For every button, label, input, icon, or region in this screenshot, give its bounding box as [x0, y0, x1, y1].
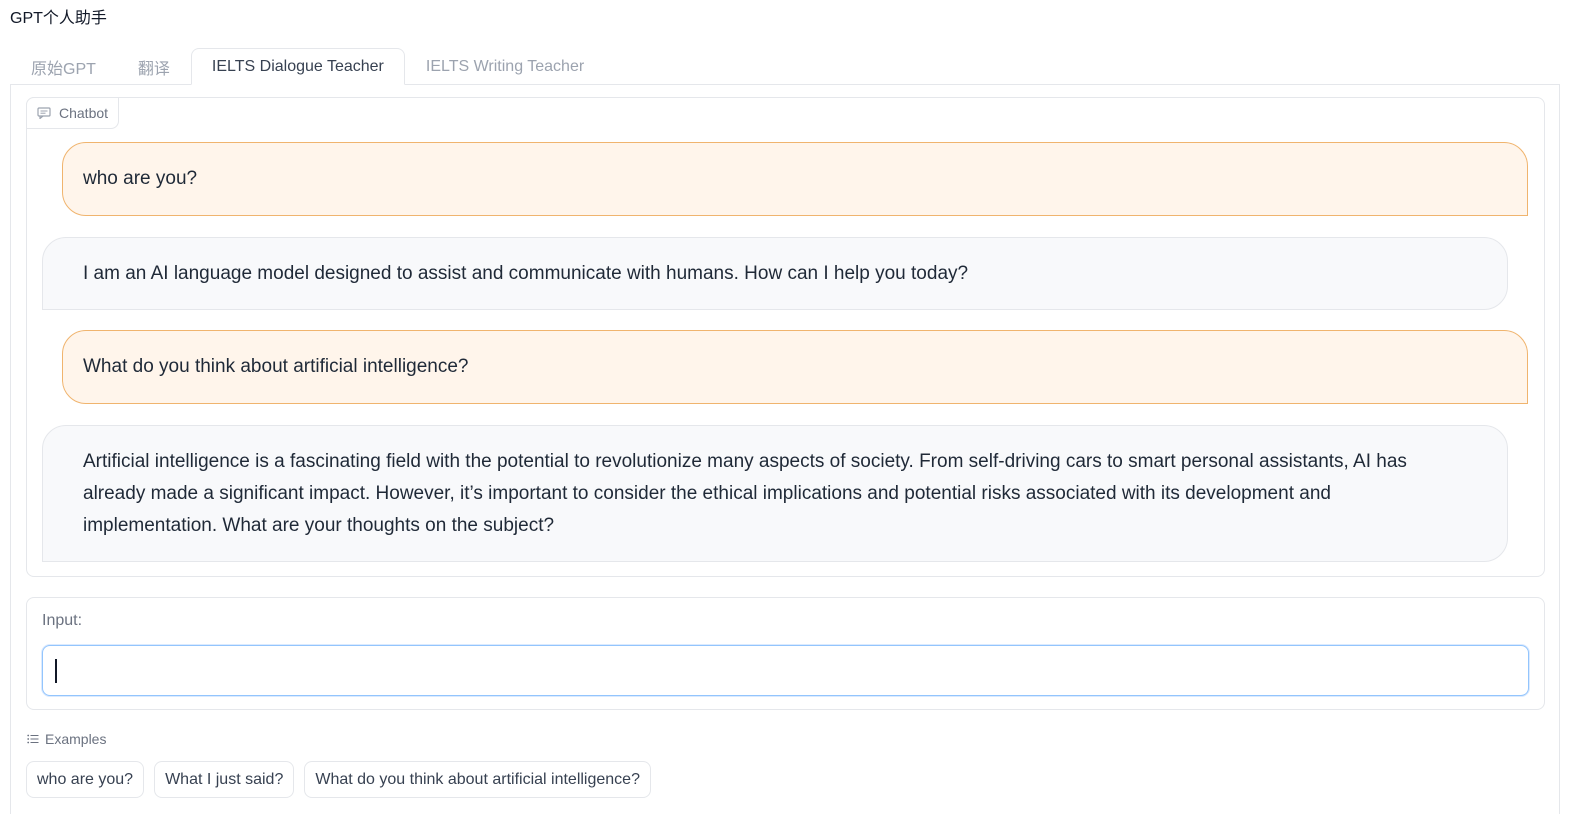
- chat-message-user: who are you?: [62, 142, 1528, 216]
- tab-bar: 原始GPT 翻译 IELTS Dialogue Teacher IELTS Wr…: [10, 48, 605, 85]
- input-label: Input:: [42, 612, 83, 629]
- examples-label-text: Examples: [45, 731, 107, 747]
- example-button[interactable]: What I just said?: [154, 761, 295, 798]
- message-input[interactable]: [42, 645, 1529, 696]
- chat-message-bot: I am an AI language model designed to as…: [42, 237, 1508, 310]
- tab-ielts-writing-teacher[interactable]: IELTS Writing Teacher: [405, 48, 605, 85]
- examples-label: Examples: [27, 731, 106, 747]
- chatbot-label: Chatbot: [26, 97, 120, 129]
- chat-icon: [37, 107, 51, 119]
- tab-ielts-dialogue-teacher[interactable]: IELTS Dialogue Teacher: [190, 48, 405, 85]
- list-icon: [27, 731, 39, 747]
- example-button[interactable]: What do you think about artificial intel…: [304, 761, 651, 798]
- chat-message-bot: Artificial intelligence is a fascinating…: [42, 425, 1508, 562]
- text-caret: [55, 659, 57, 683]
- tab-translate[interactable]: 翻译: [117, 48, 191, 85]
- tab-original-gpt[interactable]: 原始GPT: [10, 48, 117, 85]
- app-title: GPT个人助手: [10, 10, 107, 27]
- example-button[interactable]: who are you?: [26, 761, 145, 798]
- chatbot-label-text: Chatbot: [59, 105, 109, 121]
- chat-message-user: What do you think about artificial intel…: [62, 330, 1528, 404]
- examples-list: who are you? What I just said? What do y…: [26, 761, 651, 798]
- input-block: Input:: [26, 597, 1545, 710]
